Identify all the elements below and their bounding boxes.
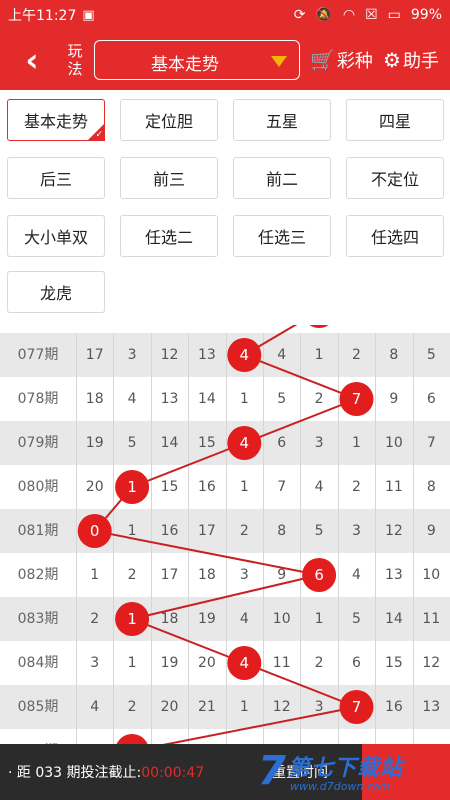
check-icon: ✓ [95, 130, 103, 140]
wifi-icon: ◠ [342, 7, 356, 23]
play-type-button[interactable]: 前二 [233, 157, 331, 199]
play-type-label: 前二 [265, 170, 298, 189]
hit-ball-number: 4 [240, 434, 250, 452]
play-type-button[interactable]: 基本走势 ✓ [7, 99, 105, 141]
play-type-button[interactable]: 任选二 [120, 215, 218, 257]
play-type-label: 大小单双 [23, 228, 88, 247]
play-type-label: 任选四 [370, 228, 419, 247]
hit-ball-number: 4 [240, 654, 250, 672]
hit-ball-number: 7 [352, 698, 362, 716]
play-type-button[interactable]: 前三 [120, 157, 218, 199]
sync-icon: ⟳ [293, 7, 306, 23]
play-type-label: 四星 [378, 112, 411, 131]
notification-icon: ▣ [82, 7, 95, 23]
app-header: ‹ 玩法 基本走势 🛒 彩种 ⚙ 助手 [0, 30, 450, 90]
play-type-button[interactable]: 任选三 [233, 215, 331, 257]
hit-ball-number: 0 [90, 522, 100, 540]
play-type-label: 基本走势 [23, 112, 88, 131]
back-button[interactable]: ‹ [14, 41, 50, 79]
countdown-timer: 00:00:47 [141, 765, 205, 781]
play-type-label: 前三 [152, 170, 185, 189]
play-type-grid: 基本走势 ✓ 定位胆 五星 四星后三 前三 前二 不定位大小单双 任选二 任选三 任选四龙虎 [0, 90, 450, 325]
hit-ball-number: 1 [127, 478, 137, 496]
lottery-type-label: 彩种 [336, 51, 373, 72]
helper-label: 助手 [402, 51, 439, 72]
mute-icon: 🔕 [315, 7, 333, 23]
play-mode-dropdown[interactable]: 基本走势 [94, 40, 300, 80]
status-icons: ⟳ 🔕 ◠ ☒ ▭ 99% [294, 0, 442, 30]
lottery-type-button[interactable]: 🛒 彩种 [310, 47, 373, 73]
play-type-button[interactable]: 任选四 [346, 215, 444, 257]
play-type-label: 任选二 [144, 228, 193, 247]
play-type-button[interactable]: 大小单双 [7, 215, 105, 257]
gear-icon: ⚙ [383, 48, 401, 72]
hit-ball-number: 6 [314, 566, 324, 584]
chevron-left-icon: ‹ [25, 41, 39, 79]
hit-ball-number: 4 [240, 346, 250, 364]
battery-percent: 99% [410, 7, 442, 23]
watermark-url: www.d7down.com [290, 780, 391, 793]
trend-line-chart: 4741061471 [77, 325, 374, 744]
play-type-button[interactable]: 后三 [7, 157, 105, 199]
hit-ball-number: 7 [352, 390, 362, 408]
play-type-button[interactable]: 龙虎 [7, 271, 105, 313]
status-time: 上午11:27 [8, 8, 77, 24]
hit-ball [309, 325, 329, 328]
play-type-button[interactable]: 不定位 [346, 157, 444, 199]
battery-icon: ▭ [387, 7, 401, 23]
play-type-label: 龙虎 [39, 284, 72, 303]
sim-icon: ☒ [365, 7, 378, 23]
helper-button[interactable]: ⚙ 助手 [383, 47, 439, 73]
play-type-label: 五星 [265, 112, 298, 131]
cart-icon: 🛒 [310, 48, 335, 72]
deadline-prefix: · 距 033 期投注截止: [8, 765, 142, 781]
site-watermark: 7 第七下载站 www.d7down.com [258, 748, 450, 798]
play-type-button[interactable]: 四星 [346, 99, 444, 141]
play-type-label: 不定位 [370, 170, 419, 189]
play-type-label: 定位胆 [144, 112, 193, 131]
play-type-button[interactable]: 定位胆 [120, 99, 218, 141]
status-bar: 上午11:27 ▣ ⟳ 🔕 ◠ ☒ ▭ 99% [0, 0, 450, 30]
dropdown-selected-value: 基本走势 [151, 55, 219, 75]
play-type-label: 后三 [39, 170, 72, 189]
play-type-button[interactable]: 五星 [233, 99, 331, 141]
trend-line [92, 325, 361, 744]
watermark-logo: 7 [258, 748, 286, 794]
trend-table[interactable]: 077期1731213441285078期1841314152796079期19… [0, 325, 450, 744]
deadline-text: · 距 033 期投注截止:00:00:47 [8, 762, 204, 782]
play-type-label: 任选三 [257, 228, 306, 247]
triangle-down-icon [271, 56, 287, 67]
hit-ball-number: 1 [127, 610, 137, 628]
watermark-text: 第七下载站 [288, 756, 404, 781]
play-mode-label: 玩法 [67, 42, 83, 78]
